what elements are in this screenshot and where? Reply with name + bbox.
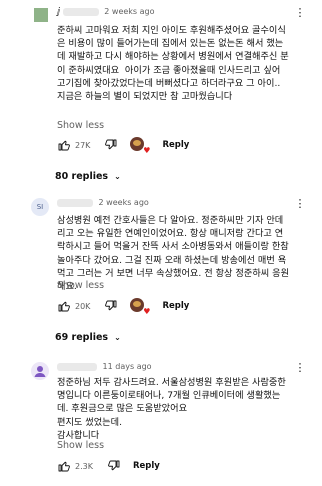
author-handle-redacted [62,7,99,16]
avatar[interactable] [34,8,48,22]
reply-button[interactable]: Reply [133,461,160,471]
creator-heart-icon: ♥ [130,298,150,316]
avatar[interactable] [31,362,49,380]
comment-time[interactable]: 2 weeks ago [104,7,154,16]
like-icon[interactable] [57,299,71,313]
comment-1: ⅉ 2 weeks ago ⋮ 준하씨 고마워요 저희 지인 아이도 후원해주셨… [0,0,322,190]
comment-actions: 2.3K Reply [57,458,160,474]
avatar[interactable]: SI [31,198,49,216]
like-count: 27K [75,140,91,150]
author-handle[interactable]: ⅉ [57,7,60,17]
author-handle-redacted [57,362,97,371]
like-count: 2.3K [75,461,93,471]
show-less-button[interactable]: Show less [57,440,104,451]
replies-count: 69 replies [55,331,109,343]
comment-time[interactable]: 11 days ago [103,362,152,371]
comment-actions: 20K ♥ Reply [57,298,189,316]
comment-meta: ⅉ 2 weeks ago [57,7,155,21]
author-handle-redacted [57,198,93,207]
more-options-icon[interactable]: ⋮ [294,361,306,375]
creator-heart-icon: ♥ [130,137,150,155]
reply-button[interactable]: Reply [162,301,189,311]
comment-2: SI 2 weeks ago ⋮ 삼성병원 예전 간호사들은 다 알아요. 정준… [0,192,322,352]
like-count: 20K [75,301,91,311]
comment-meta: 11 days ago [57,362,152,376]
person-icon [34,366,46,377]
view-replies-button[interactable]: 80 replies ⌄ [55,167,121,185]
like-icon[interactable] [57,459,71,473]
reply-button[interactable]: Reply [162,140,189,150]
like-icon[interactable] [57,138,71,152]
comment-text: 정준하님 저두 감사드려요. 서울삼성병원 후원받은 사람중한명입니다 이른둥이… [57,377,286,441]
show-less-button[interactable]: Show less [57,280,104,291]
avatar-initials: SI [36,203,44,211]
dislike-icon[interactable] [104,299,118,313]
more-options-icon[interactable]: ⋮ [294,6,306,20]
comment-actions: 27K ♥ Reply [57,137,189,155]
dislike-icon[interactable] [104,138,118,152]
comment-text: 준하씨 고마워요 저희 지인 아이도 후원해주셨어요 골수이식은 비용이 많이 … [57,25,289,103]
show-less-button[interactable]: Show less [57,120,104,131]
view-replies-button[interactable]: 69 replies ⌄ [55,328,121,346]
chevron-down-icon: ⌄ [114,332,121,342]
more-options-icon[interactable]: ⋮ [294,197,306,211]
comment-3: 11 days ago ⋮ 정준하님 저두 감사드려요. 서울삼성병원 후원받은… [0,356,322,486]
comment-meta: 2 weeks ago [57,198,149,212]
chevron-down-icon: ⌄ [114,171,121,181]
dislike-icon[interactable] [107,459,121,473]
comment-time[interactable]: 2 weeks ago [99,198,149,207]
replies-count: 80 replies [55,170,109,182]
